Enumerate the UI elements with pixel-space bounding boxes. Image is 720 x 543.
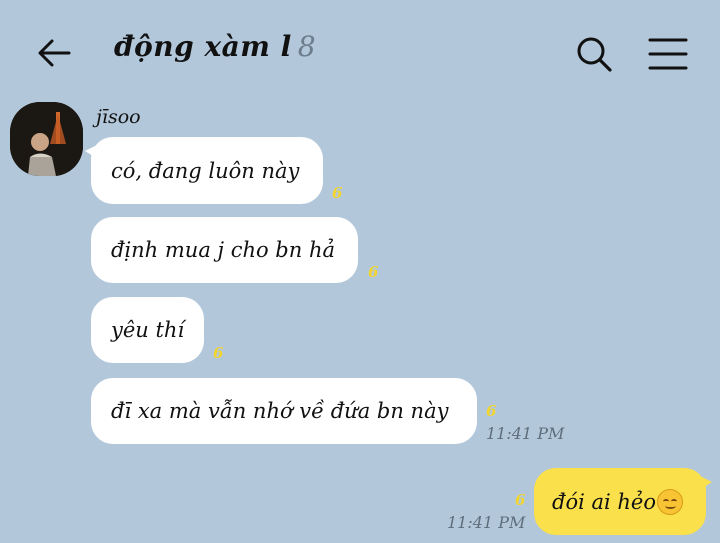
unread-count: 6: [368, 263, 379, 281]
message-bubble[interactable]: có, đang luôn này: [85, 137, 323, 204]
message-text: đói ai hẻo: [552, 489, 656, 514]
arrow-left-icon: [38, 39, 71, 67]
my-message-bubble[interactable]: đói ai hẻo: [534, 468, 712, 535]
hamburger-menu-icon: [648, 38, 688, 70]
avatar-photo: [10, 102, 83, 176]
unread-count: 6: [332, 184, 343, 202]
menu-button[interactable]: [646, 36, 690, 72]
message-bubble[interactable]: đī xa mà vẫn nhớ về đứa bn này: [91, 378, 477, 444]
sender-avatar[interactable]: [10, 102, 83, 176]
unread-count: 6: [515, 491, 526, 509]
message-text: yêu thí: [111, 318, 185, 342]
smiling-face-icon: [657, 488, 683, 515]
back-button[interactable]: [34, 33, 74, 73]
message-timestamp: 11:41 PM: [486, 424, 565, 443]
chat-header: động xàm l8: [0, 0, 720, 100]
message-bubble[interactable]: yêu thí: [91, 297, 204, 363]
message-timestamp: 11:41 PM: [447, 513, 526, 532]
unread-count: 6: [486, 402, 497, 420]
message-text: định mua j cho bn hả: [111, 238, 335, 262]
sender-name: jīsoo: [96, 106, 141, 128]
message-text: đī xa mà vẫn nhớ về đứa bn này: [111, 399, 449, 423]
member-count: 8: [297, 30, 317, 63]
search-button[interactable]: [574, 34, 614, 74]
message-bubble[interactable]: định mua j cho bn hả: [91, 217, 358, 283]
chat-title[interactable]: động xàm l8: [114, 30, 316, 63]
search-icon: [577, 37, 612, 72]
message-text: có, đang luôn này: [111, 158, 300, 183]
unread-count: 6: [213, 344, 224, 362]
chat-title-text: động xàm l: [114, 30, 292, 63]
